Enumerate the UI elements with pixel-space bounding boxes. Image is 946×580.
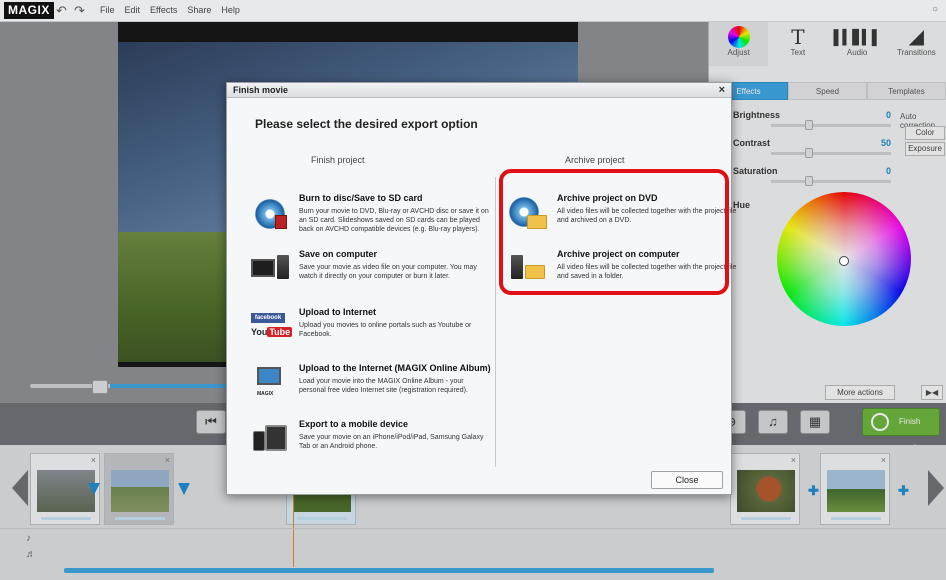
menu-help[interactable]: Help	[221, 5, 240, 15]
option-description: Save your movie on an iPhone/iPod/iPad, …	[299, 434, 484, 450]
undo-icon[interactable]: ↶	[56, 3, 67, 19]
option-title: Export to a mobile device	[299, 419, 409, 429]
online-album-icon: MAGIX	[251, 365, 295, 401]
option-description: Burn your movie to DVD, Blu-ray or AVCHD…	[299, 208, 489, 233]
menu-file[interactable]: File	[100, 5, 115, 15]
redo-icon[interactable]: ↷	[74, 3, 85, 19]
option-title: Burn to disc/Save to SD card	[299, 193, 423, 203]
menu-bar: MAGIX ↶ ↷ File Edit Effects Share Help ○	[0, 0, 946, 22]
close-button[interactable]: Close	[651, 471, 723, 489]
option-description: Upload you movies to online portals such…	[299, 322, 472, 338]
dialog-close-icon[interactable]: ×	[719, 84, 725, 97]
menu-effects[interactable]: Effects	[150, 5, 177, 15]
menu-edit[interactable]: Edit	[125, 5, 141, 15]
finish-movie-dialog: Finish movie × Please select the desired…	[226, 82, 736, 495]
dialog-title: Finish movie	[227, 83, 731, 98]
facebook-youtube-icon: facebook You Tube	[251, 309, 295, 345]
magix-small-logo: MAGIX	[257, 391, 274, 397]
computer-icon	[251, 251, 295, 287]
option-description: Save your movie as video file on your co…	[299, 264, 477, 280]
disc-icon	[251, 195, 295, 231]
option-title: Upload to Internet	[299, 307, 376, 317]
main-menu: File Edit Effects Share Help	[100, 5, 240, 15]
column-divider	[495, 177, 496, 467]
hue-picker-handle[interactable]	[839, 256, 849, 266]
youtube-logo: You Tube	[251, 327, 293, 337]
archive-project-header: Archive project	[565, 155, 625, 165]
option-title: Save on computer	[299, 249, 378, 259]
mobile-device-icon	[251, 421, 295, 457]
magix-logo: MAGIX	[4, 2, 54, 19]
facebook-logo: facebook	[251, 313, 285, 323]
option-description: Load your movie into the MAGIX Online Al…	[299, 378, 468, 394]
option-title: Upload to the Internet (MAGIX Online Alb…	[299, 363, 491, 373]
finish-project-header: Finish project	[311, 155, 365, 165]
help-circle-icon[interactable]: ○	[932, 4, 938, 15]
dialog-heading: Please select the desired export option	[255, 117, 478, 131]
menu-share[interactable]: Share	[187, 5, 211, 15]
red-highlight-annotation	[499, 169, 729, 295]
